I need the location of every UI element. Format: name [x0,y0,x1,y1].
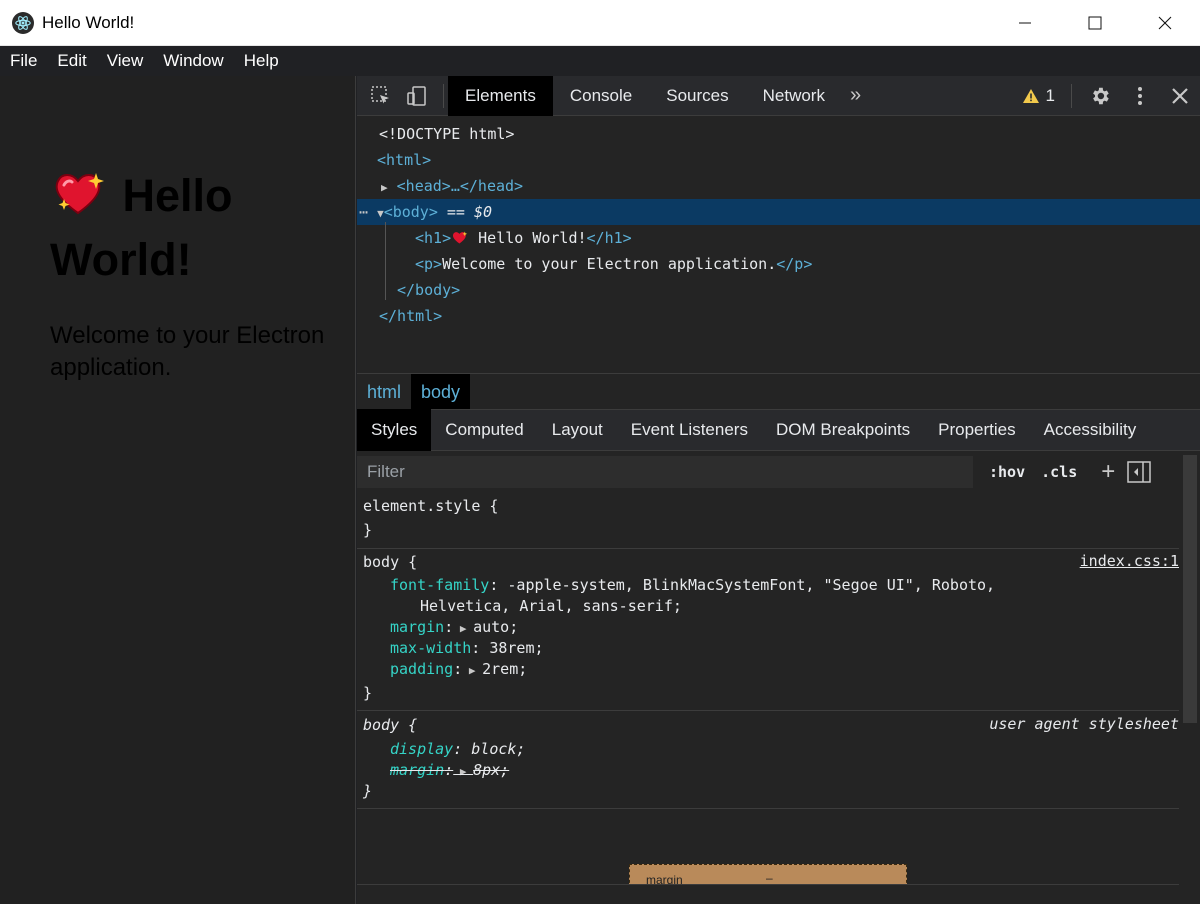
cls-toggle-button[interactable]: .cls [1041,463,1077,481]
menu-bar: File Edit View Window Help [0,46,1200,76]
box-model-margin-value[interactable]: – [766,871,773,885]
style-property[interactable]: padding: ▶ 2rem; [390,659,527,681]
device-toolbar-icon[interactable] [405,84,429,108]
sparkling-heart-icon [55,173,104,215]
node-actions-dots-icon[interactable]: ⋯ [359,203,368,221]
subtab-styles[interactable]: Styles [357,409,432,451]
sparkling-heart-icon [453,231,468,244]
rule-body-author[interactable]: body { index.css:1 font-family: -apple-s… [357,549,1179,711]
warnings-counter[interactable]: 1 [1022,86,1055,106]
rule-selector: element.style { [363,497,499,515]
subtab-properties[interactable]: Properties [924,409,1029,451]
devtools-toolbar: Elements Console Sources Network » 1 [357,75,1200,116]
subtab-dom-breakpoints[interactable]: DOM Breakpoints [762,409,924,451]
rule-selector: body { [363,553,418,571]
styles-filter-input[interactable] [357,456,973,488]
dom-node-head[interactable]: ▶ <head>…</head> [357,173,1200,199]
indent-guide [385,222,386,300]
toolbar-divider [443,83,444,108]
dom-node-body-selected[interactable]: ⋯ ▼<body> == $0 [357,199,1200,225]
toggle-sidebar-icon[interactable] [1127,461,1152,483]
inspect-element-icon[interactable] [369,84,393,108]
dom-node-doctype[interactable]: <!DOCTYPE html> [357,121,1200,147]
menu-view[interactable]: View [97,46,154,76]
title-bar: Hello World! [0,0,1200,46]
collapse-triangle-icon[interactable]: ▼ [377,207,384,220]
breadcrumb: html body [357,373,1200,410]
dom-node-p[interactable]: <p>Welcome to your Electron application.… [357,251,1200,277]
subtab-layout[interactable]: Layout [538,409,617,451]
tab-sources[interactable]: Sources [649,76,745,116]
close-window-button[interactable] [1130,0,1200,46]
tab-console[interactable]: Console [553,76,649,116]
styles-pane: element.style { } body { index.css:1 fon… [357,493,1179,883]
tab-network[interactable]: Network [746,76,842,116]
breadcrumb-body[interactable]: body [411,373,471,410]
expand-triangle-icon[interactable]: ▶ [381,181,388,194]
dom-node-html[interactable]: <html> [357,147,1200,173]
menu-help[interactable]: Help [234,46,289,76]
styles-subtabs: Styles Computed Layout Event Listeners D… [357,409,1200,451]
expand-triangle-icon[interactable]: ▶ [462,664,482,677]
expand-triangle-icon[interactable]: ▶ [453,622,473,635]
rule-source-link[interactable]: index.css:1 [1080,552,1179,570]
style-property[interactable]: font-family: -apple-system, BlinkMacSyst… [390,575,995,596]
menu-file[interactable]: File [0,46,47,76]
app-page: Hello World! Welcome to your Electron ap… [0,76,356,904]
dom-node-body-close[interactable]: </body> [357,277,1200,303]
dom-node-h1[interactable]: <h1> Hello World!</h1> [357,225,1200,251]
rule-body-user-agent[interactable]: body { user agent stylesheet display: bl… [357,711,1179,809]
rule-source-label: user agent stylesheet [989,715,1179,733]
tab-elements[interactable]: Elements [448,75,553,116]
maximize-button[interactable] [1060,0,1130,46]
style-property-overridden[interactable]: margin: ▶ 8px; [390,760,509,782]
subtab-event-listeners[interactable]: Event Listeners [617,409,762,451]
menu-window[interactable]: Window [153,46,233,76]
styles-filter-bar: :hov .cls + [357,451,1179,493]
rule-close-brace: } [363,521,373,539]
style-property-continuation: Helvetica, Arial, sans-serif; [420,597,682,615]
scrollbar-thumb[interactable] [1183,455,1197,723]
horizontal-scrollbar[interactable] [357,884,1179,904]
rule-selector: body { [363,716,418,734]
more-tabs-chevron-icon[interactable]: » [842,84,869,107]
window-title: Hello World! [42,12,135,32]
style-property[interactable]: display: block; [390,739,525,760]
minimize-button[interactable] [990,0,1060,46]
maximize-icon [1088,16,1102,30]
settings-gear-icon[interactable] [1080,76,1120,116]
page-paragraph: Welcome to your Electron application. [50,322,325,381]
hov-toggle-button[interactable]: :hov [989,463,1025,481]
more-options-icon[interactable] [1120,76,1160,116]
breadcrumb-html[interactable]: html [357,374,411,410]
dom-tree: <!DOCTYPE html> <html> ▶ <head>…</head> … [357,117,1200,373]
toolbar-divider-right [1071,84,1072,108]
vertical-scrollbar[interactable] [1179,451,1200,904]
dom-node-html-close[interactable]: </html> [357,303,1200,329]
style-property[interactable]: max-width: 38rem; [390,638,544,659]
electron-logo-icon [12,11,34,34]
warning-icon [1022,89,1039,103]
devtools-panel: Elements Console Sources Network » 1 <!D… [357,75,1200,904]
new-style-rule-button[interactable]: + [1101,460,1115,484]
subtab-computed[interactable]: Computed [431,409,537,451]
close-devtools-icon[interactable] [1160,76,1200,116]
minimize-icon [1019,22,1031,24]
rule-close-brace: } [363,782,373,800]
rule-element-style[interactable]: element.style { } [357,493,1179,549]
subtab-accessibility[interactable]: Accessibility [1030,409,1151,451]
expand-triangle-icon[interactable]: ▶ [453,765,473,778]
close-icon [1158,16,1172,30]
menu-edit[interactable]: Edit [47,46,96,76]
style-property[interactable]: margin: ▶ auto; [390,617,518,639]
page-heading: Hello World! [50,164,340,292]
warning-count: 1 [1045,86,1055,105]
rule-close-brace: } [363,684,373,702]
